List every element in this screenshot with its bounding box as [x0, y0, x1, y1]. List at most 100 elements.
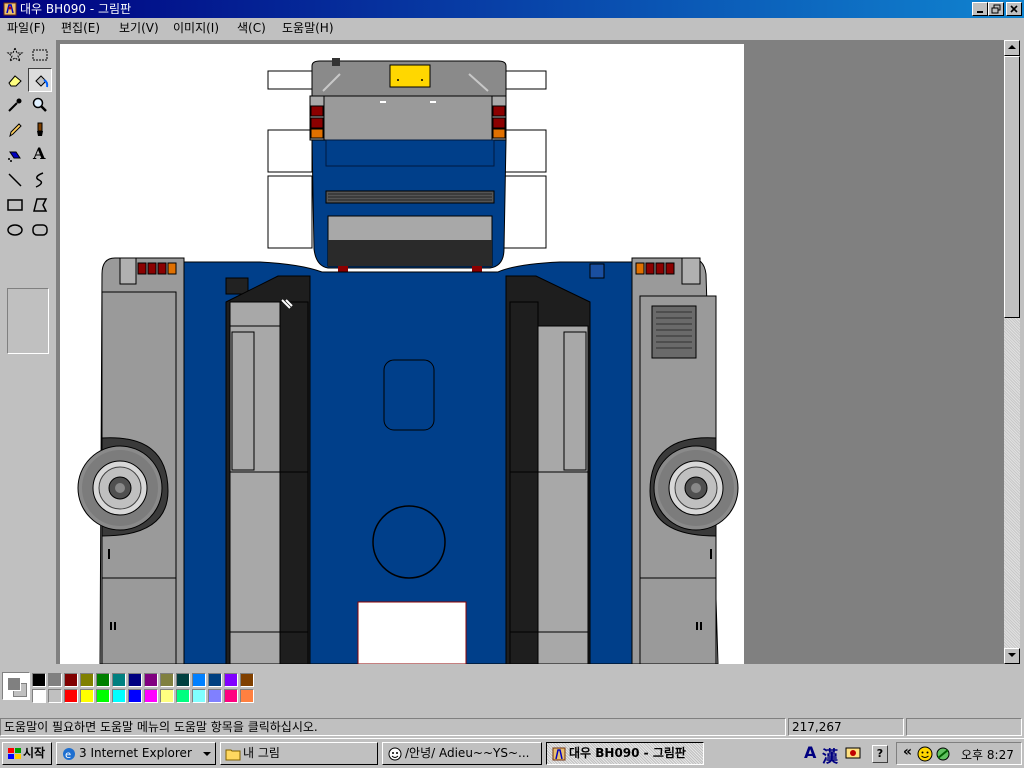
menu-help[interactable]: 도움말(H) [279, 20, 337, 36]
palette-swatch[interactable] [144, 689, 158, 703]
bus-drawing [77, 58, 739, 664]
paint-app-icon[interactable] [3, 2, 17, 16]
line-icon [8, 173, 22, 187]
star-select-icon [6, 46, 24, 63]
start-label: 시작 [23, 746, 46, 760]
palette-swatch[interactable] [176, 673, 190, 687]
tool-magnifier[interactable] [28, 93, 52, 117]
tool-curve[interactable] [28, 168, 52, 192]
palette-swatch[interactable] [112, 689, 126, 703]
menu-colors[interactable]: 색(C) [234, 20, 269, 36]
workspace [56, 40, 1004, 664]
rounded-rect-icon [32, 224, 48, 236]
tool-pencil[interactable] [3, 118, 27, 142]
palette-swatch[interactable] [240, 673, 254, 687]
tray-expand-icon[interactable]: « [903, 744, 912, 760]
palette-swatch[interactable] [208, 689, 222, 703]
close-button[interactable] [1006, 2, 1022, 16]
palette-swatch[interactable] [32, 689, 46, 703]
right-wheel [653, 445, 739, 531]
start-button[interactable]: 시작 [2, 742, 52, 765]
palette-swatch[interactable] [112, 673, 126, 687]
palette-swatch[interactable] [240, 689, 254, 703]
task-label: 3 Internet Explorer [79, 746, 192, 760]
system-tray: « 오후 8:27 [896, 742, 1022, 765]
ime-hanja-indicator[interactable]: 漢 [822, 743, 838, 767]
tool-brush[interactable] [28, 118, 52, 142]
title-bar[interactable]: 대우 BH090 - 그림판 [0, 0, 1024, 18]
palette-swatch[interactable] [128, 673, 142, 687]
dropdown-icon [203, 752, 211, 756]
left-wheel [77, 445, 163, 531]
tool-airbrush[interactable] [3, 143, 27, 167]
tool-rectangle[interactable] [3, 193, 27, 217]
folder-icon [225, 749, 241, 761]
palette-swatch[interactable] [96, 673, 110, 687]
tool-options-box[interactable] [7, 288, 49, 354]
brush-icon [37, 122, 43, 136]
paint-icon [552, 747, 566, 761]
task-internet-explorer[interactable]: e 3 Internet Explorer [56, 742, 216, 765]
palette-swatch[interactable] [80, 689, 94, 703]
palette-swatch[interactable] [224, 689, 238, 703]
windows-logo-icon [8, 748, 21, 759]
task-messenger[interactable]: /안녕/ Adieu~~YS~... [382, 742, 542, 765]
vertical-scrollbar[interactable] [1004, 40, 1020, 664]
restore-icon [991, 4, 1001, 14]
palette-swatch[interactable] [160, 689, 174, 703]
tool-rounded-rect[interactable] [28, 218, 52, 242]
palette-swatch[interactable] [224, 673, 238, 687]
tray-clock[interactable]: 오후 8:27 [961, 746, 1014, 763]
palette-swatch[interactable] [64, 689, 78, 703]
palette-swatch[interactable] [176, 689, 190, 703]
polygon-icon [33, 198, 48, 212]
palette-swatch[interactable] [144, 673, 158, 687]
tool-line[interactable] [3, 168, 27, 192]
scroll-down-button[interactable] [1004, 648, 1020, 664]
palette-swatch[interactable] [32, 673, 46, 687]
menu-view[interactable]: 보기(V) [116, 20, 162, 36]
restore-button[interactable] [988, 2, 1004, 16]
foreground-color-swatch[interactable] [7, 677, 21, 691]
task-paint[interactable]: 대우 BH090 - 그림판 [546, 742, 704, 765]
help-button[interactable]: ? [872, 745, 888, 763]
palette-swatch[interactable] [128, 689, 142, 703]
tool-polygon[interactable] [28, 193, 52, 217]
palette-swatch[interactable] [64, 673, 78, 687]
palette-swatch[interactable] [192, 673, 206, 687]
palette-swatch[interactable] [80, 673, 94, 687]
tool-fill[interactable] [28, 68, 52, 92]
scroll-thumb[interactable] [1004, 56, 1020, 318]
tool-ellipse[interactable] [3, 218, 27, 242]
menu-image[interactable]: 이미지(I) [170, 20, 222, 36]
scroll-up-button[interactable] [1004, 40, 1020, 56]
tool-text[interactable]: A [28, 143, 52, 167]
tool-pick-color[interactable] [3, 93, 27, 117]
ime-tool-icon[interactable] [844, 744, 862, 762]
palette-swatch[interactable] [48, 673, 62, 687]
palette-swatch[interactable] [48, 689, 62, 703]
text-icon: A [33, 144, 46, 163]
tool-rect-select[interactable] [28, 43, 52, 67]
ime-mode-indicator[interactable]: A [804, 743, 816, 762]
menu-edit[interactable]: 편집(E) [58, 20, 103, 36]
airbrush-icon [8, 151, 21, 162]
menu-file[interactable]: 파일(F) [4, 20, 48, 36]
palette-swatch[interactable] [192, 689, 206, 703]
ie-icon: e [63, 748, 75, 761]
network-tray-icon[interactable] [935, 746, 951, 762]
paint-bucket-icon [35, 75, 49, 88]
taskbar: 시작 e 3 Internet Explorer 내 그림 /안녕/ Adieu… [0, 738, 1024, 768]
palette-swatch[interactable] [208, 673, 222, 687]
palette-swatch[interactable] [160, 673, 174, 687]
tool-eraser[interactable] [3, 68, 27, 92]
tool-free-select[interactable] [3, 43, 27, 67]
svg-text:e: e [65, 750, 71, 761]
minimize-button[interactable] [972, 2, 988, 16]
palette-swatch[interactable] [96, 689, 110, 703]
task-my-pictures[interactable]: 내 그림 [220, 742, 378, 765]
drawing-canvas[interactable] [60, 44, 744, 664]
status-bar: 도움말이 필요하면 도움말 메뉴의 도움말 항목을 클릭하십시오. 217,26… [0, 716, 1024, 738]
current-colors[interactable] [2, 672, 30, 700]
smiley-tray-icon[interactable] [917, 746, 933, 762]
